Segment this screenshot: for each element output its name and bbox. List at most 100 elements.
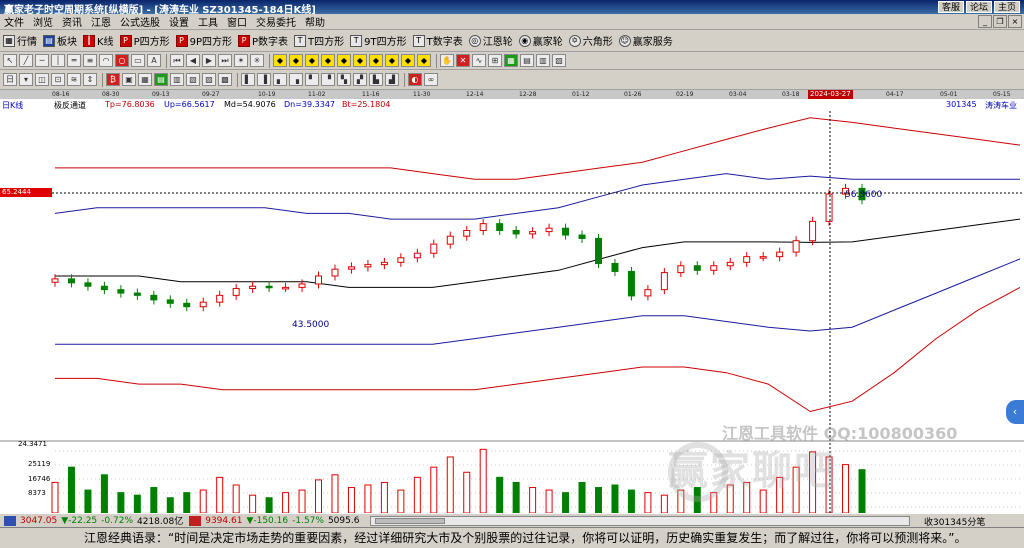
chart-d-icon[interactable]: ▗	[289, 73, 303, 86]
hand-tool-icon[interactable]: ✋	[440, 54, 454, 67]
period-tool-icon[interactable]: ⊞	[488, 54, 502, 67]
diamond-4-icon[interactable]: ◆	[321, 54, 335, 67]
diamond-5-icon[interactable]: ◆	[337, 54, 351, 67]
chart-b-icon[interactable]: ▐	[257, 73, 271, 86]
side-expand-icon[interactable]: ‹	[1006, 400, 1024, 424]
volume-bar	[578, 481, 586, 513]
diamond-1-icon[interactable]: ◆	[273, 54, 287, 67]
indicator-7-icon[interactable]: ▨	[202, 73, 216, 86]
9t-square-button[interactable]: T 9T四方形	[350, 33, 407, 48]
first-page-icon[interactable]: ⏮	[170, 54, 184, 67]
stock-code: 301345	[946, 100, 977, 109]
zoom-in-icon[interactable]: ⊡	[51, 73, 65, 86]
volume-bar	[133, 494, 141, 513]
title-links: 客服 论坛 主页	[937, 1, 1020, 13]
chart-a-icon[interactable]: ▌	[241, 73, 255, 86]
9p-square-button[interactable]: P 9P四方形	[175, 33, 232, 48]
line-tool-icon[interactable]: ╱	[19, 54, 33, 67]
support-link[interactable]: 客服	[937, 1, 964, 13]
rect-tool-icon[interactable]: ▭	[131, 54, 145, 67]
channel-tool-icon[interactable]: ═	[67, 54, 81, 67]
menu-settings[interactable]: 设置	[169, 14, 189, 29]
p-digit-button[interactable]: P P数字表	[238, 33, 288, 48]
home-link[interactable]: 主页	[993, 1, 1020, 13]
indicator-2-icon[interactable]: ▣	[122, 73, 136, 86]
zoom-out-icon[interactable]: ◫	[35, 73, 49, 86]
scrollbar-thumb[interactable]	[375, 518, 445, 524]
indicator-4-icon[interactable]: ▤	[154, 73, 168, 86]
t-digit-button[interactable]: T T数字表	[412, 33, 463, 48]
indicator-1-icon[interactable]: ₿	[106, 73, 120, 86]
adjust-icon[interactable]: ≋	[67, 73, 81, 86]
layout-tool-icon[interactable]: ▥	[536, 54, 550, 67]
sectors-button[interactable]: ▤ 板块	[43, 33, 77, 48]
gann-fan-icon[interactable]: ✶	[234, 54, 248, 67]
table-tool-icon[interactable]: ▦	[504, 54, 518, 67]
chart-f-icon[interactable]: ▝	[321, 73, 335, 86]
fib-tool-icon[interactable]: ≡	[83, 54, 97, 67]
kline-button[interactable]: ┃ K线	[83, 33, 114, 48]
indicator-8-icon[interactable]: ▩	[218, 73, 232, 86]
chart-scrollbar[interactable]	[370, 516, 910, 526]
service-button[interactable]: ☺ 赢家服务	[618, 33, 673, 48]
chart-e-icon[interactable]: ▘	[305, 73, 319, 86]
diamond-2-icon[interactable]: ◆	[289, 54, 303, 67]
volume-bar	[463, 471, 471, 513]
p-square-button[interactable]: P P四方形	[119, 33, 170, 48]
indicator-5-icon[interactable]: ▥	[170, 73, 184, 86]
diamond-3-icon[interactable]: ◆	[305, 54, 319, 67]
last-page-icon[interactable]: ⏭	[218, 54, 232, 67]
diamond-10-icon[interactable]: ◆	[417, 54, 431, 67]
menu-help[interactable]: 帮助	[305, 14, 325, 29]
menu-browse[interactable]: 浏览	[33, 14, 53, 29]
chart-i-icon[interactable]: ▙	[369, 73, 383, 86]
t-square-button[interactable]: T T四方形	[294, 33, 344, 48]
kline-chart[interactable]: 56.3600 43.5000	[0, 111, 1024, 513]
chart-j-icon[interactable]: ▟	[385, 73, 399, 86]
menu-gann[interactable]: 江恩	[91, 14, 111, 29]
diamond-9-icon[interactable]: ◆	[401, 54, 415, 67]
restore-icon[interactable]: ❐	[993, 15, 1007, 28]
circle-tool-icon[interactable]: ○	[115, 54, 129, 67]
bar-adjust-icon[interactable]: ⇕	[83, 73, 97, 86]
arc-tool-icon[interactable]: ◠	[99, 54, 113, 67]
cursor-tool-icon[interactable]: ↖	[3, 54, 17, 67]
cross-tool-icon[interactable]: ✕	[456, 54, 470, 67]
menu-tools[interactable]: 工具	[198, 14, 218, 29]
forum-link[interactable]: 论坛	[965, 1, 992, 13]
period-select-icon[interactable]: 日	[3, 73, 17, 86]
menu-file[interactable]: 文件	[4, 14, 24, 29]
dropdown-icon[interactable]: ▾	[19, 73, 33, 86]
diamond-7-icon[interactable]: ◆	[369, 54, 383, 67]
wave-tool-icon[interactable]: ∿	[472, 54, 486, 67]
menu-window[interactable]: 窗口	[227, 14, 247, 29]
diamond-8-icon[interactable]: ◆	[385, 54, 399, 67]
chart-c-icon[interactable]: ▖	[273, 73, 287, 86]
chart-g-icon[interactable]: ▚	[337, 73, 351, 86]
volume-bar	[331, 474, 339, 513]
menu-formula[interactable]: 公式选股	[120, 14, 160, 29]
indicator-6-icon[interactable]: ▧	[186, 73, 200, 86]
menu-trade[interactable]: 交易委托	[256, 14, 296, 29]
hexagon-button[interactable]: ✡ 六角形	[568, 33, 613, 48]
close-icon[interactable]: ×	[1008, 15, 1022, 28]
menu-news[interactable]: 资讯	[62, 14, 82, 29]
gann-grid-icon[interactable]: ✳	[250, 54, 264, 67]
grid-tool-icon[interactable]: ▤	[520, 54, 534, 67]
color-wheel-icon[interactable]: ◐	[408, 73, 422, 86]
minimize-icon[interactable]: _	[978, 15, 992, 28]
text-tool-icon[interactable]: A	[147, 54, 161, 67]
prev-page-icon[interactable]: ◀	[186, 54, 200, 67]
next-page-icon[interactable]: ▶	[202, 54, 216, 67]
link-icon[interactable]: ∞	[424, 73, 438, 86]
chart-h-icon[interactable]: ▞	[353, 73, 367, 86]
hline-tool-icon[interactable]: ─	[35, 54, 49, 67]
diamond-6-icon[interactable]: ◆	[353, 54, 367, 67]
winner-wheel-button[interactable]: ◉ 赢家轮	[518, 33, 563, 48]
vline-tool-icon[interactable]: │	[51, 54, 65, 67]
quotes-button[interactable]: ▦ 行情	[3, 33, 37, 48]
volume-bar	[347, 487, 355, 513]
indicator-3-icon[interactable]: ▦	[138, 73, 152, 86]
gann-wheel-button[interactable]: ◎ 江恩轮	[468, 33, 513, 48]
report-tool-icon[interactable]: ▧	[552, 54, 566, 67]
